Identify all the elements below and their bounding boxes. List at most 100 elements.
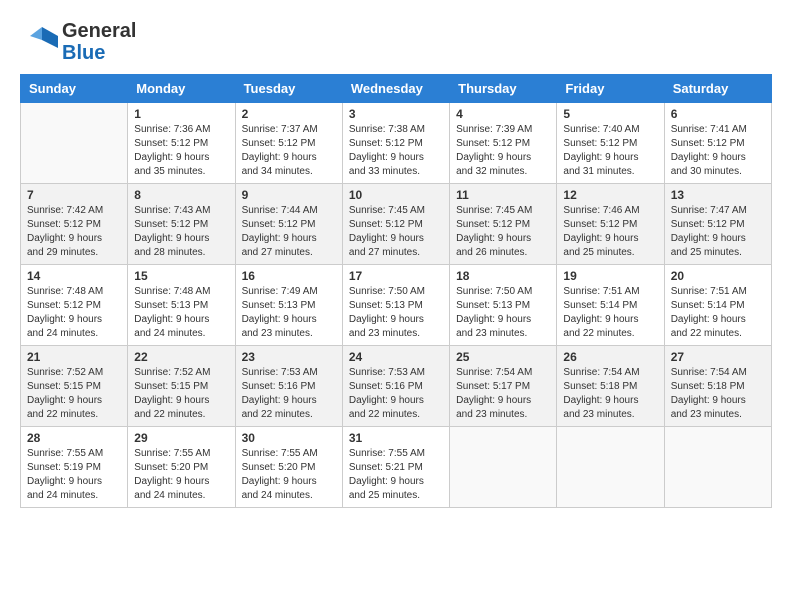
day-info: Sunrise: 7:54 AM Sunset: 5:17 PM Dayligh… xyxy=(456,366,550,422)
day-number: 24 xyxy=(349,350,443,364)
day-number: 18 xyxy=(456,269,550,283)
day-number: 5 xyxy=(563,107,657,121)
day-info: Sunrise: 7:44 AM Sunset: 5:12 PM Dayligh… xyxy=(242,204,336,260)
day-info: Sunrise: 7:45 AM Sunset: 5:12 PM Dayligh… xyxy=(349,204,443,260)
calendar-cell: 8 Sunrise: 7:43 AM Sunset: 5:12 PM Daylig… xyxy=(128,184,235,265)
weekday-header-wednesday: Wednesday xyxy=(342,75,449,103)
day-info: Sunrise: 7:55 AM Sunset: 5:20 PM Dayligh… xyxy=(242,447,336,503)
day-info: Sunrise: 7:55 AM Sunset: 5:19 PM Dayligh… xyxy=(27,447,121,503)
day-info: Sunrise: 7:48 AM Sunset: 5:13 PM Dayligh… xyxy=(134,285,228,341)
day-number: 10 xyxy=(349,188,443,202)
day-number: 7 xyxy=(27,188,121,202)
day-info: Sunrise: 7:51 AM Sunset: 5:14 PM Dayligh… xyxy=(563,285,657,341)
day-number: 19 xyxy=(563,269,657,283)
calendar-cell: 9 Sunrise: 7:44 AM Sunset: 5:12 PM Daylig… xyxy=(235,184,342,265)
day-number: 29 xyxy=(134,431,228,445)
calendar-cell: 22 Sunrise: 7:52 AM Sunset: 5:15 PM Dayli… xyxy=(128,346,235,427)
calendar-cell: 3 Sunrise: 7:38 AM Sunset: 5:12 PM Daylig… xyxy=(342,103,449,184)
logo-icon xyxy=(20,22,60,62)
calendar-cell: 5 Sunrise: 7:40 AM Sunset: 5:12 PM Daylig… xyxy=(557,103,664,184)
day-info: Sunrise: 7:41 AM Sunset: 5:12 PM Dayligh… xyxy=(671,123,765,179)
day-info: Sunrise: 7:40 AM Sunset: 5:12 PM Dayligh… xyxy=(563,123,657,179)
day-info: Sunrise: 7:54 AM Sunset: 5:18 PM Dayligh… xyxy=(671,366,765,422)
day-number: 31 xyxy=(349,431,443,445)
day-number: 27 xyxy=(671,350,765,364)
day-number: 3 xyxy=(349,107,443,121)
day-info: Sunrise: 7:47 AM Sunset: 5:12 PM Dayligh… xyxy=(671,204,765,260)
day-number: 8 xyxy=(134,188,228,202)
day-info: Sunrise: 7:37 AM Sunset: 5:12 PM Dayligh… xyxy=(242,123,336,179)
calendar-cell: 16 Sunrise: 7:49 AM Sunset: 5:13 PM Dayli… xyxy=(235,265,342,346)
calendar-cell: 6 Sunrise: 7:41 AM Sunset: 5:12 PM Daylig… xyxy=(664,103,771,184)
day-number: 2 xyxy=(242,107,336,121)
weekday-header-saturday: Saturday xyxy=(664,75,771,103)
calendar-cell: 1 Sunrise: 7:36 AM Sunset: 5:12 PM Daylig… xyxy=(128,103,235,184)
day-number: 14 xyxy=(27,269,121,283)
calendar-cell: 30Sunrise: 7:55 AM Sunset: 5:20 PM Dayli… xyxy=(235,427,342,508)
calendar-week-4: 28 Sunrise: 7:55 AM Sunset: 5:19 PM Dayli… xyxy=(21,427,772,508)
day-number: 9 xyxy=(242,188,336,202)
logo-line2: Blue xyxy=(62,42,136,64)
day-info: Sunrise: 7:51 AM Sunset: 5:14 PM Dayligh… xyxy=(671,285,765,341)
day-number: 21 xyxy=(27,350,121,364)
calendar-week-0: 1 Sunrise: 7:36 AM Sunset: 5:12 PM Daylig… xyxy=(21,103,772,184)
day-number: 28 xyxy=(27,431,121,445)
weekday-header-thursday: Thursday xyxy=(450,75,557,103)
day-number: 25 xyxy=(456,350,550,364)
weekday-header-tuesday: Tuesday xyxy=(235,75,342,103)
day-info: Sunrise: 7:50 AM Sunset: 5:13 PM Dayligh… xyxy=(456,285,550,341)
calendar-cell xyxy=(21,103,128,184)
calendar-cell: 13 Sunrise: 7:47 AM Sunset: 5:12 PM Dayli… xyxy=(664,184,771,265)
day-number: 11 xyxy=(456,188,550,202)
calendar-cell xyxy=(557,427,664,508)
calendar-body: 1 Sunrise: 7:36 AM Sunset: 5:12 PM Daylig… xyxy=(21,103,772,508)
day-number: 20 xyxy=(671,269,765,283)
day-number: 12 xyxy=(563,188,657,202)
calendar-cell: 26 Sunrise: 7:54 AM Sunset: 5:18 PM Dayli… xyxy=(557,346,664,427)
day-info: Sunrise: 7:43 AM Sunset: 5:12 PM Dayligh… xyxy=(134,204,228,260)
day-number: 13 xyxy=(671,188,765,202)
calendar-cell: 29 Sunrise: 7:55 AM Sunset: 5:20 PM Dayli… xyxy=(128,427,235,508)
day-number: 1 xyxy=(134,107,228,121)
logo-line1: General xyxy=(62,20,136,42)
day-info: Sunrise: 7:36 AM Sunset: 5:12 PM Dayligh… xyxy=(134,123,228,179)
calendar-cell: 2 Sunrise: 7:37 AM Sunset: 5:12 PM Daylig… xyxy=(235,103,342,184)
page-header: General Blue xyxy=(20,20,772,64)
weekday-header-sunday: Sunday xyxy=(21,75,128,103)
weekday-row: SundayMondayTuesdayWednesdayThursdayFrid… xyxy=(21,75,772,103)
day-info: Sunrise: 7:55 AM Sunset: 5:20 PM Dayligh… xyxy=(134,447,228,503)
calendar-cell: 7Sunrise: 7:42 AM Sunset: 5:12 PM Daylig… xyxy=(21,184,128,265)
calendar-cell: 25 Sunrise: 7:54 AM Sunset: 5:17 PM Dayli… xyxy=(450,346,557,427)
day-number: 6 xyxy=(671,107,765,121)
day-number: 22 xyxy=(134,350,228,364)
weekday-header-monday: Monday xyxy=(128,75,235,103)
calendar-cell: 24 Sunrise: 7:53 AM Sunset: 5:16 PM Dayli… xyxy=(342,346,449,427)
calendar-week-2: 14Sunrise: 7:48 AM Sunset: 5:12 PM Dayli… xyxy=(21,265,772,346)
calendar-cell: 19 Sunrise: 7:51 AM Sunset: 5:14 PM Dayli… xyxy=(557,265,664,346)
day-info: Sunrise: 7:52 AM Sunset: 5:15 PM Dayligh… xyxy=(134,366,228,422)
calendar-cell: 11 Sunrise: 7:45 AM Sunset: 5:12 PM Dayli… xyxy=(450,184,557,265)
day-info: Sunrise: 7:53 AM Sunset: 5:16 PM Dayligh… xyxy=(349,366,443,422)
day-info: Sunrise: 7:49 AM Sunset: 5:13 PM Dayligh… xyxy=(242,285,336,341)
calendar-cell: 4Sunrise: 7:39 AM Sunset: 5:12 PM Daylig… xyxy=(450,103,557,184)
calendar-cell: 23Sunrise: 7:53 AM Sunset: 5:16 PM Dayli… xyxy=(235,346,342,427)
day-info: Sunrise: 7:53 AM Sunset: 5:16 PM Dayligh… xyxy=(242,366,336,422)
calendar-cell: 10 Sunrise: 7:45 AM Sunset: 5:12 PM Dayli… xyxy=(342,184,449,265)
day-number: 16 xyxy=(242,269,336,283)
calendar-cell: 21Sunrise: 7:52 AM Sunset: 5:15 PM Dayli… xyxy=(21,346,128,427)
calendar-cell: 18 Sunrise: 7:50 AM Sunset: 5:13 PM Dayli… xyxy=(450,265,557,346)
day-info: Sunrise: 7:45 AM Sunset: 5:12 PM Dayligh… xyxy=(456,204,550,260)
calendar-week-1: 7Sunrise: 7:42 AM Sunset: 5:12 PM Daylig… xyxy=(21,184,772,265)
calendar-cell: 15Sunrise: 7:48 AM Sunset: 5:13 PM Dayli… xyxy=(128,265,235,346)
day-number: 26 xyxy=(563,350,657,364)
weekday-header-friday: Friday xyxy=(557,75,664,103)
calendar-cell: 31Sunrise: 7:55 AM Sunset: 5:21 PM Dayli… xyxy=(342,427,449,508)
calendar-cell: 14Sunrise: 7:48 AM Sunset: 5:12 PM Dayli… xyxy=(21,265,128,346)
calendar-cell: 17 Sunrise: 7:50 AM Sunset: 5:13 PM Dayli… xyxy=(342,265,449,346)
day-info: Sunrise: 7:38 AM Sunset: 5:12 PM Dayligh… xyxy=(349,123,443,179)
day-number: 17 xyxy=(349,269,443,283)
calendar-cell xyxy=(664,427,771,508)
calendar-week-3: 21 Sunrise: 7:52 AM Sunset: 5:15 PM Dayli… xyxy=(21,346,772,427)
day-info: Sunrise: 7:50 AM Sunset: 5:13 PM Dayligh… xyxy=(349,285,443,341)
day-info: Sunrise: 7:54 AM Sunset: 5:18 PM Dayligh… xyxy=(563,366,657,422)
